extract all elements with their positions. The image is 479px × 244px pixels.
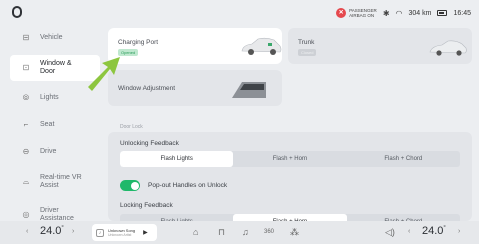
sidebar-item-drive[interactable]: ⊖ Drive bbox=[10, 142, 100, 162]
bottom-dock: ‹ 24.0° › ♪ Unknown Song Unknown Artist … bbox=[0, 221, 479, 244]
airbag-indicator: ✕ PASSENGER AIRBAG ON bbox=[336, 8, 377, 18]
airbag-line2: AIRBAG ON bbox=[349, 13, 375, 18]
sidebar-item-vr-assist[interactable]: ⌓ Real-time VR Assist bbox=[10, 169, 100, 195]
charging-port-title: Charging Port bbox=[118, 39, 159, 46]
right-temperature[interactable]: 24.0° bbox=[422, 225, 446, 237]
car-rear-image bbox=[429, 40, 467, 56]
left-temperature[interactable]: 24.0° bbox=[40, 225, 64, 237]
unlock-option-flash-lights[interactable]: Flash Lights bbox=[120, 151, 234, 167]
seat-icon: ⌐ bbox=[23, 120, 29, 129]
song-artist: Unknown Artist bbox=[108, 232, 132, 237]
music-widget[interactable]: ♪ Unknown Song Unknown Artist ▶ bbox=[92, 224, 157, 241]
driver-assist-icon: ◎ bbox=[22, 210, 30, 219]
clock: 16:45 bbox=[453, 9, 471, 17]
pointer-arrow-icon bbox=[88, 57, 120, 91]
sidebar-item-seat[interactable]: ⌐ Seat bbox=[10, 115, 100, 135]
car-icon[interactable]: ⊓ bbox=[218, 227, 225, 238]
bluetooth-icon: ✱ bbox=[382, 8, 390, 18]
play-icon[interactable]: ▶ bbox=[143, 229, 148, 236]
steering-wheel-icon: ⊖ bbox=[22, 147, 30, 156]
charging-port-indicator bbox=[268, 43, 272, 46]
album-art-icon: ♪ bbox=[96, 228, 104, 237]
popout-handles-row: Pop-out Handles on Unlock bbox=[120, 180, 227, 191]
trunk-title: Trunk bbox=[298, 39, 315, 46]
unlock-option-flash-horn[interactable]: Flash + Horn bbox=[233, 151, 346, 167]
music-icon[interactable]: ♫ bbox=[242, 227, 249, 237]
unlocking-feedback-title: Unlocking Feedback bbox=[120, 140, 179, 147]
vr-icon: ⌓ bbox=[22, 177, 30, 186]
left-temp-increase-chevron[interactable]: › bbox=[72, 228, 74, 235]
door-lock-panel: Unlocking Feedback Flash Lights Flash + … bbox=[108, 132, 472, 230]
status-bar: ✕ PASSENGER AIRBAG ON ✱ ◠ 304 km 16:45 bbox=[0, 0, 479, 26]
sidebar-item-vehicle[interactable]: ⊟ Vehicle bbox=[10, 28, 100, 48]
popout-handles-toggle[interactable] bbox=[120, 180, 140, 191]
unlock-option-flash-chord[interactable]: Flash + Chord bbox=[347, 151, 460, 167]
unlocking-feedback-selector: Flash Lights Flash + Horn Flash + Chord bbox=[120, 151, 460, 167]
right-temp-increase-chevron[interactable]: › bbox=[458, 228, 460, 235]
door-lock-section-label: Door Lock bbox=[120, 124, 143, 130]
locking-feedback-title: Locking Feedback bbox=[120, 202, 173, 209]
airbag-icon: ✕ bbox=[336, 8, 347, 18]
status-indicators: ✕ PASSENGER AIRBAG ON ✱ ◠ 304 km 16:45 bbox=[336, 6, 471, 20]
home-icon[interactable]: ⌂ bbox=[193, 227, 198, 237]
trunk-status: Closed bbox=[298, 49, 317, 56]
right-temp-decrease-chevron[interactable]: ‹ bbox=[408, 228, 410, 235]
door-icon: ⊡ bbox=[22, 63, 30, 72]
left-temp-decrease-chevron[interactable]: ‹ bbox=[26, 228, 28, 235]
window-image bbox=[232, 82, 266, 98]
volume-icon[interactable]: ◁) bbox=[385, 227, 395, 238]
window-adjustment-title: Window Adjustment bbox=[118, 85, 176, 92]
battery-icon bbox=[437, 10, 448, 16]
song-title: Unknown Song bbox=[108, 227, 136, 233]
apps-icon[interactable]: ⁂ bbox=[290, 227, 299, 238]
light-icon: ⦾ bbox=[22, 93, 30, 102]
car-side-image bbox=[241, 37, 282, 55]
wifi-icon: ◠ bbox=[395, 8, 403, 18]
360-icon[interactable]: 360 bbox=[264, 229, 274, 235]
charging-port-card[interactable]: Charging Port Opened bbox=[108, 28, 282, 64]
trunk-card[interactable]: Trunk Closed bbox=[288, 28, 472, 64]
range-text: 304 km bbox=[408, 9, 432, 17]
window-adjustment-card[interactable]: Window Adjustment bbox=[108, 70, 282, 106]
popout-handles-label: Pop-out Handles on Unlock bbox=[148, 182, 228, 189]
brand-logo bbox=[12, 6, 22, 18]
car-icon: ⊟ bbox=[22, 33, 30, 42]
